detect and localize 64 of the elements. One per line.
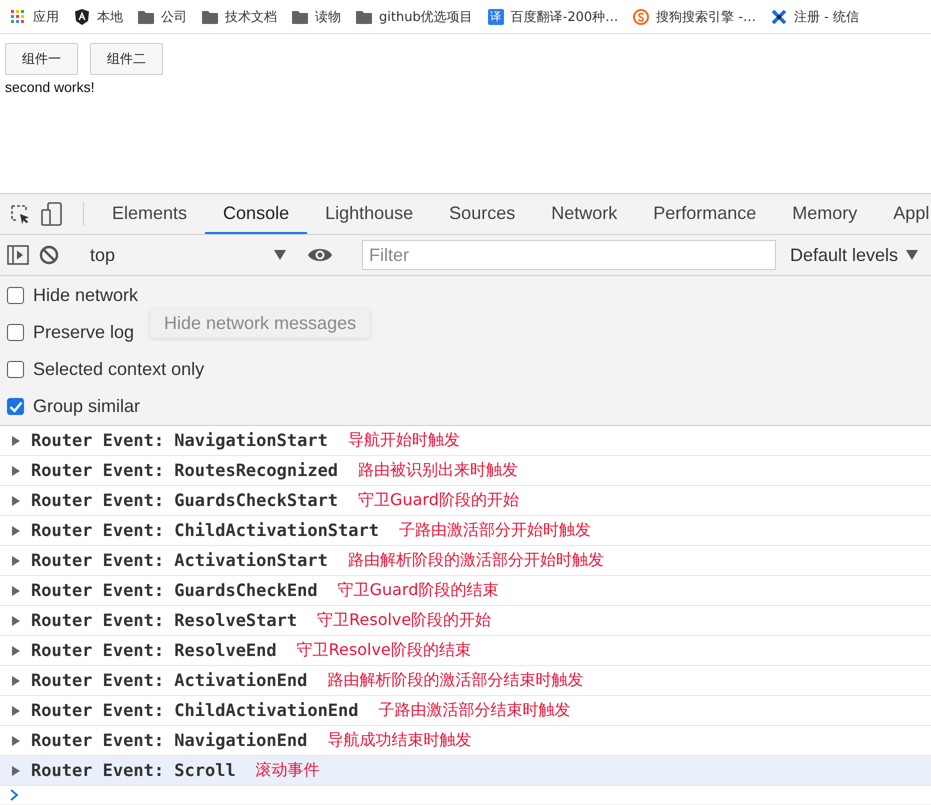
bookmark[interactable]: 技术文档 xyxy=(202,8,277,26)
context-dropdown[interactable]: top xyxy=(90,244,286,266)
devtools-tab[interactable]: Sources xyxy=(431,194,534,234)
log-row[interactable]: Router Event: ActivationStart 路由解析阶段的激活部分开始时触发 xyxy=(0,546,931,576)
devtools-tab[interactable]: Network xyxy=(533,194,636,234)
devtools-tab[interactable]: Performance xyxy=(635,194,774,234)
annotation-text: 守卫Resolve阶段的开始 xyxy=(317,610,492,631)
log-message: Router Event: RoutesRecognized xyxy=(31,460,338,480)
log-message: Router Event: GuardsCheckStart xyxy=(31,490,338,510)
log-message: Router Event: ActivationEnd xyxy=(31,670,308,690)
annotation-text: 守卫Resolve阶段的结束 xyxy=(296,640,471,661)
annotation-text: 子路由激活部分结束时触发 xyxy=(378,700,571,721)
log-message: Router Event: Scroll xyxy=(31,760,236,780)
devtools-tab[interactable]: Appl xyxy=(875,194,931,234)
log-message: Router Event: ResolveEnd xyxy=(31,640,277,660)
log-message: Router Event: GuardsCheckEnd xyxy=(31,580,318,600)
log-message: Router Event: NavigationStart xyxy=(31,430,328,450)
annotation-text: 导航成功结束时触发 xyxy=(327,730,472,751)
log-row[interactable]: Router Event: ResolveEnd 守卫Resolve阶段的结束 xyxy=(0,636,931,666)
bookmark[interactable]: 本地 xyxy=(74,8,123,26)
devtools-tab[interactable]: Console xyxy=(205,194,308,234)
devtools-tab[interactable]: Memory xyxy=(774,194,876,234)
log-row[interactable]: Router Event: ActivationEnd 路由解析阶段的激活部分结束时触发 xyxy=(0,666,931,696)
levels-dropdown[interactable]: Default levels xyxy=(790,244,918,266)
log-row[interactable]: Router Event: ResolveStart 守卫Resolve阶段的开始 xyxy=(0,606,931,636)
checkbox-label: Preserve log xyxy=(33,322,134,343)
bookmark[interactable]: 公司 xyxy=(138,8,187,26)
log-message: Router Event: ActivationStart xyxy=(31,550,328,570)
checkbox-label: Hide network xyxy=(33,285,138,306)
output-text: second works! xyxy=(5,79,96,95)
annotation-text: 导航开始时触发 xyxy=(348,430,460,451)
annotation-text: 守卫Guard阶段的开始 xyxy=(358,490,519,511)
bookmark[interactable]: 读物 xyxy=(292,8,341,26)
page-button[interactable]: 组件一 xyxy=(5,43,78,75)
page-button[interactable]: 组件二 xyxy=(90,43,163,75)
devtools-tab[interactable]: Lighthouse xyxy=(307,194,432,234)
log-row[interactable]: Router Event: ChildActivationEnd 子路由激活部分结束时触发 xyxy=(0,696,931,726)
log-row[interactable]: Router Event: RoutesRecognized 路由被识别出来时触发 xyxy=(0,456,931,486)
log-message: Router Event: ChildActivationEnd xyxy=(31,700,359,720)
checkbox-label: Selected context only xyxy=(33,359,204,380)
bookmark[interactable]: github优选项目 xyxy=(356,8,473,26)
log-message: Router Event: ResolveStart xyxy=(31,610,298,630)
annotation-text: 滚动事件 xyxy=(256,760,320,781)
annotation-text: 子路由激活部分开始时触发 xyxy=(399,520,591,541)
filter-field[interactable]: Filter xyxy=(362,240,776,270)
bookmark[interactable]: 搜狗搜索引擎 -… xyxy=(633,8,756,26)
log-row[interactable]: Router Event: NavigationStart 导航开始时触发 xyxy=(0,426,931,456)
bookmark[interactable]: 译 百度翻译-200种… xyxy=(488,8,618,26)
log-row[interactable]: Router Event: GuardsCheckEnd 守卫Guard阶段的结束 xyxy=(0,576,931,606)
annotation-text: 路由解析阶段的激活部分开始时触发 xyxy=(348,550,604,571)
log-row[interactable]: Router Event: GuardsCheckStart 守卫Guard阶段的开始 xyxy=(0,486,931,516)
tooltip: Hide network messages xyxy=(150,309,370,338)
log-message: Router Event: NavigationEnd xyxy=(31,730,308,750)
log-row[interactable]: Router Event: Scroll 滚动事件 xyxy=(0,756,931,786)
annotation-text: 路由被识别出来时触发 xyxy=(358,460,518,481)
annotation-text: 路由解析阶段的激活部分结束时触发 xyxy=(327,670,584,691)
checkbox-label: Group similar xyxy=(33,396,140,417)
devtools-tab[interactable]: Elements xyxy=(94,194,206,234)
annotation-text: 守卫Guard阶段的结束 xyxy=(338,580,498,601)
bookmark[interactable]: 注册 - 统信 xyxy=(771,8,860,26)
log-row[interactable]: Router Event: ChildActivationStart 子路由激活部分开始时触发 xyxy=(0,516,931,546)
bookmark[interactable]: 应用 xyxy=(10,8,59,26)
translate-icon: 译 xyxy=(488,8,504,24)
log-message: Router Event: ChildActivationStart xyxy=(31,520,379,540)
